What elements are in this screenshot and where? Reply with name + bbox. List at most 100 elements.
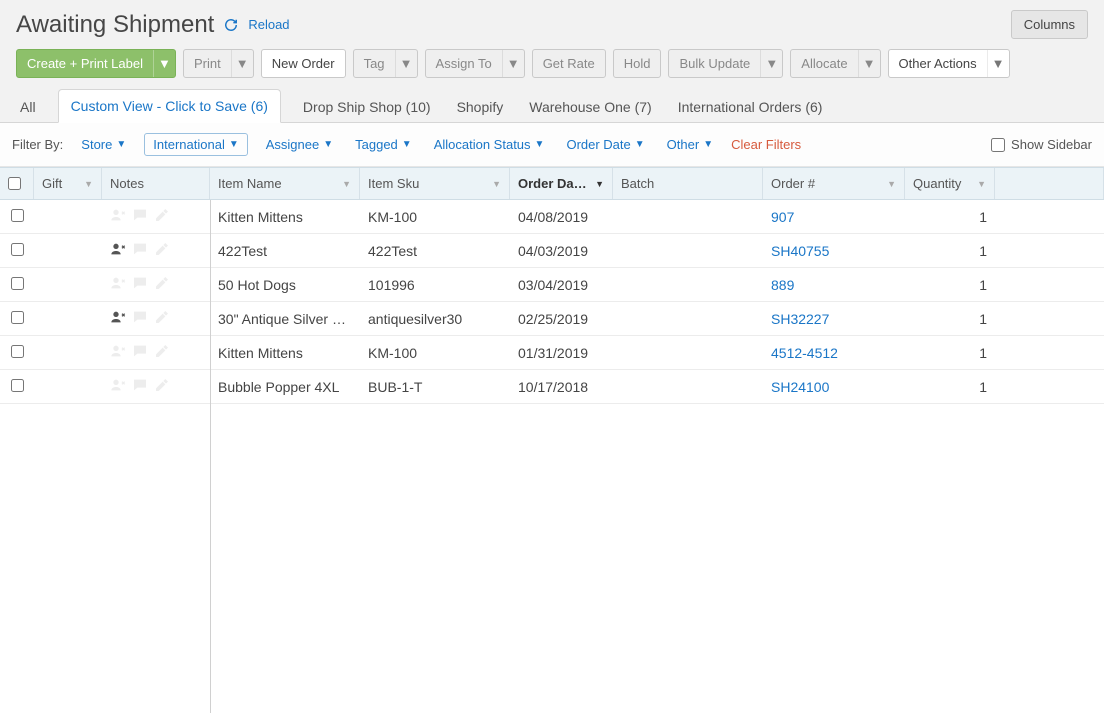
clear-filters-link[interactable]: Clear Filters [731,137,801,152]
cell-item-name: Bubble Popper 4XL [210,372,360,402]
column-item-name[interactable]: Item Name▼ [210,168,360,199]
edit-icon[interactable] [154,343,170,362]
caret-down-icon[interactable]: ▼ [502,50,524,77]
cell-order-number: 907 [763,202,905,232]
order-link[interactable]: 4512-4512 [771,345,838,361]
tab-0[interactable]: All [16,91,40,123]
assignee-icon[interactable] [110,309,126,328]
caret-down-icon[interactable]: ▼ [858,50,880,77]
comment-icon[interactable] [132,377,148,396]
table-row[interactable]: 50 Hot Dogs 101996 03/04/2019 889 1 [0,268,1104,302]
filter-order-date[interactable]: Order Date▼ [562,135,648,154]
cell-quantity: 1 [905,304,995,334]
column-quantity[interactable]: Quantity▼ [905,168,995,199]
cell-order-number: SH24100 [763,372,905,402]
allocate-button[interactable]: Allocate ▼ [790,49,880,78]
comment-icon[interactable] [132,241,148,260]
column-checkbox[interactable] [0,168,34,199]
assignee-icon[interactable] [110,275,126,294]
edit-icon[interactable] [154,275,170,294]
filter-store[interactable]: Store▼ [77,135,130,154]
filter-international[interactable]: International▼ [144,133,247,156]
reload-link[interactable]: Reload [248,17,289,32]
column-gift[interactable]: Gift▼ [34,168,102,199]
table-row[interactable]: Kitten Mittens KM-100 01/31/2019 4512-45… [0,336,1104,370]
table-row[interactable]: Kitten Mittens KM-100 04/08/2019 907 1 [0,200,1104,234]
cell-order-date: 01/31/2019 [510,338,613,368]
button-label: Assign To [426,50,502,77]
order-link[interactable]: 889 [771,277,794,293]
row-checkbox[interactable] [11,311,24,324]
comment-icon[interactable] [132,275,148,294]
page-title: Awaiting Shipment [16,11,214,39]
filter-tagged[interactable]: Tagged▼ [351,135,416,154]
column-extra [995,168,1104,199]
show-sidebar-toggle[interactable]: Show Sidebar [991,137,1092,152]
comment-icon[interactable] [132,343,148,362]
order-link[interactable]: SH32227 [771,311,829,327]
order-link[interactable]: SH24100 [771,379,829,395]
get-rate-button[interactable]: Get Rate [532,49,606,78]
row-checkbox[interactable] [11,345,24,358]
column-batch[interactable]: Batch [613,168,763,199]
cell-notes [102,370,210,403]
row-checkbox[interactable] [11,243,24,256]
cell-order-date: 04/03/2019 [510,236,613,266]
assignee-icon[interactable] [110,207,126,226]
edit-icon[interactable] [154,241,170,260]
tab-4[interactable]: Warehouse One (7) [525,91,655,123]
print-button[interactable]: Print ▼ [183,49,254,78]
tab-1[interactable]: Custom View - Click to Save (6) [58,89,281,123]
caret-down-icon[interactable]: ▼ [231,50,253,77]
tab-2[interactable]: Drop Ship Shop (10) [299,91,435,123]
edit-icon[interactable] [154,207,170,226]
caret-down-icon[interactable]: ▼ [987,50,1009,77]
filter-assignee[interactable]: Assignee▼ [262,135,337,154]
table-row[interactable]: 30" Antique Silver o… antiquesilver30 02… [0,302,1104,336]
select-all-checkbox[interactable] [8,177,21,190]
table-row[interactable]: Bubble Popper 4XL BUB-1-T 10/17/2018 SH2… [0,370,1104,404]
tab-3[interactable]: Shopify [453,91,508,123]
comment-icon[interactable] [132,207,148,226]
row-checkbox[interactable] [11,209,24,222]
new-order-button[interactable]: New Order [261,49,346,78]
cell-notes [102,234,210,267]
column-item-sku[interactable]: Item Sku▼ [360,168,510,199]
assignee-icon[interactable] [110,241,126,260]
hold-button[interactable]: Hold [613,49,662,78]
column-divider[interactable] [210,200,211,713]
cell-batch [613,380,763,394]
edit-icon[interactable] [154,377,170,396]
tab-5[interactable]: International Orders (6) [674,91,827,123]
sort-icon: ▼ [977,179,986,189]
columns-button[interactable]: Columns [1011,10,1088,39]
create-print-label-button[interactable]: Create + Print Label ▼ [16,49,176,78]
order-link[interactable]: 907 [771,209,794,225]
caret-down-icon[interactable]: ▼ [153,50,175,77]
filter-allocation-status[interactable]: Allocation Status▼ [430,135,549,154]
cell-item-sku: BUB-1-T [360,372,510,402]
row-checkbox[interactable] [11,277,24,290]
column-notes[interactable]: Notes [102,168,210,199]
refresh-icon[interactable] [224,18,238,32]
order-link[interactable]: SH40755 [771,243,829,259]
other-actions-button[interactable]: Other Actions ▼ [888,49,1010,78]
bulk-update-button[interactable]: Bulk Update ▼ [668,49,783,78]
edit-icon[interactable] [154,309,170,328]
comment-icon[interactable] [132,309,148,328]
assignee-icon[interactable] [110,343,126,362]
caret-down-icon[interactable]: ▼ [395,50,417,77]
filter-other[interactable]: Other▼ [663,135,717,154]
caret-down-icon[interactable]: ▼ [760,50,782,77]
sort-icon: ▼ [492,179,501,189]
table-row[interactable]: 422Test 422Test 04/03/2019 SH40755 1 [0,234,1104,268]
assign-to-button[interactable]: Assign To ▼ [425,49,525,78]
orders-grid: Gift▼ Notes Item Name▼ Item Sku▼ Order D… [0,167,1104,713]
cell-order-date: 02/25/2019 [510,304,613,334]
show-sidebar-checkbox[interactable] [991,138,1005,152]
column-order-date[interactable]: Order Da…▼ [510,168,613,199]
column-order-number[interactable]: Order #▼ [763,168,905,199]
assignee-icon[interactable] [110,377,126,396]
tag-button[interactable]: Tag ▼ [353,49,418,78]
row-checkbox[interactable] [11,379,24,392]
